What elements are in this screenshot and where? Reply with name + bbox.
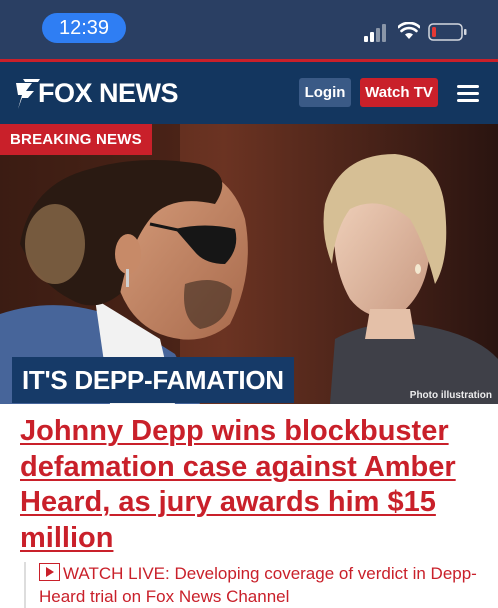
photo-credit: Photo illustration — [409, 390, 492, 401]
breaking-news-badge: BREAKING NEWS — [0, 124, 152, 155]
battery-icon — [428, 23, 467, 41]
hamburger-menu-icon[interactable] — [457, 84, 479, 102]
play-icon — [39, 563, 60, 581]
watch-tv-button[interactable]: Watch TV — [360, 78, 438, 107]
hero-caption: IT'S DEPP-FAMATION — [12, 357, 294, 403]
logo-text: FOX NEWS — [38, 78, 179, 108]
watch-live-link[interactable]: WATCH LIVE: Developing coverage of verdi… — [24, 562, 498, 608]
site-header: FOX NEWS Login Watch TV — [0, 62, 498, 124]
wifi-icon — [398, 22, 420, 39]
status-bar: 12:39 — [0, 0, 498, 60]
login-button[interactable]: Login — [299, 78, 351, 107]
hero-image[interactable]: BREAKING NEWS IT'S DEPP-FAMATION Photo i… — [0, 124, 498, 404]
article-headline-link[interactable]: Johnny Depp wins blockbuster defamation … — [20, 414, 470, 556]
cellular-signal-icon — [364, 24, 386, 42]
status-time: 12:39 — [42, 13, 126, 43]
